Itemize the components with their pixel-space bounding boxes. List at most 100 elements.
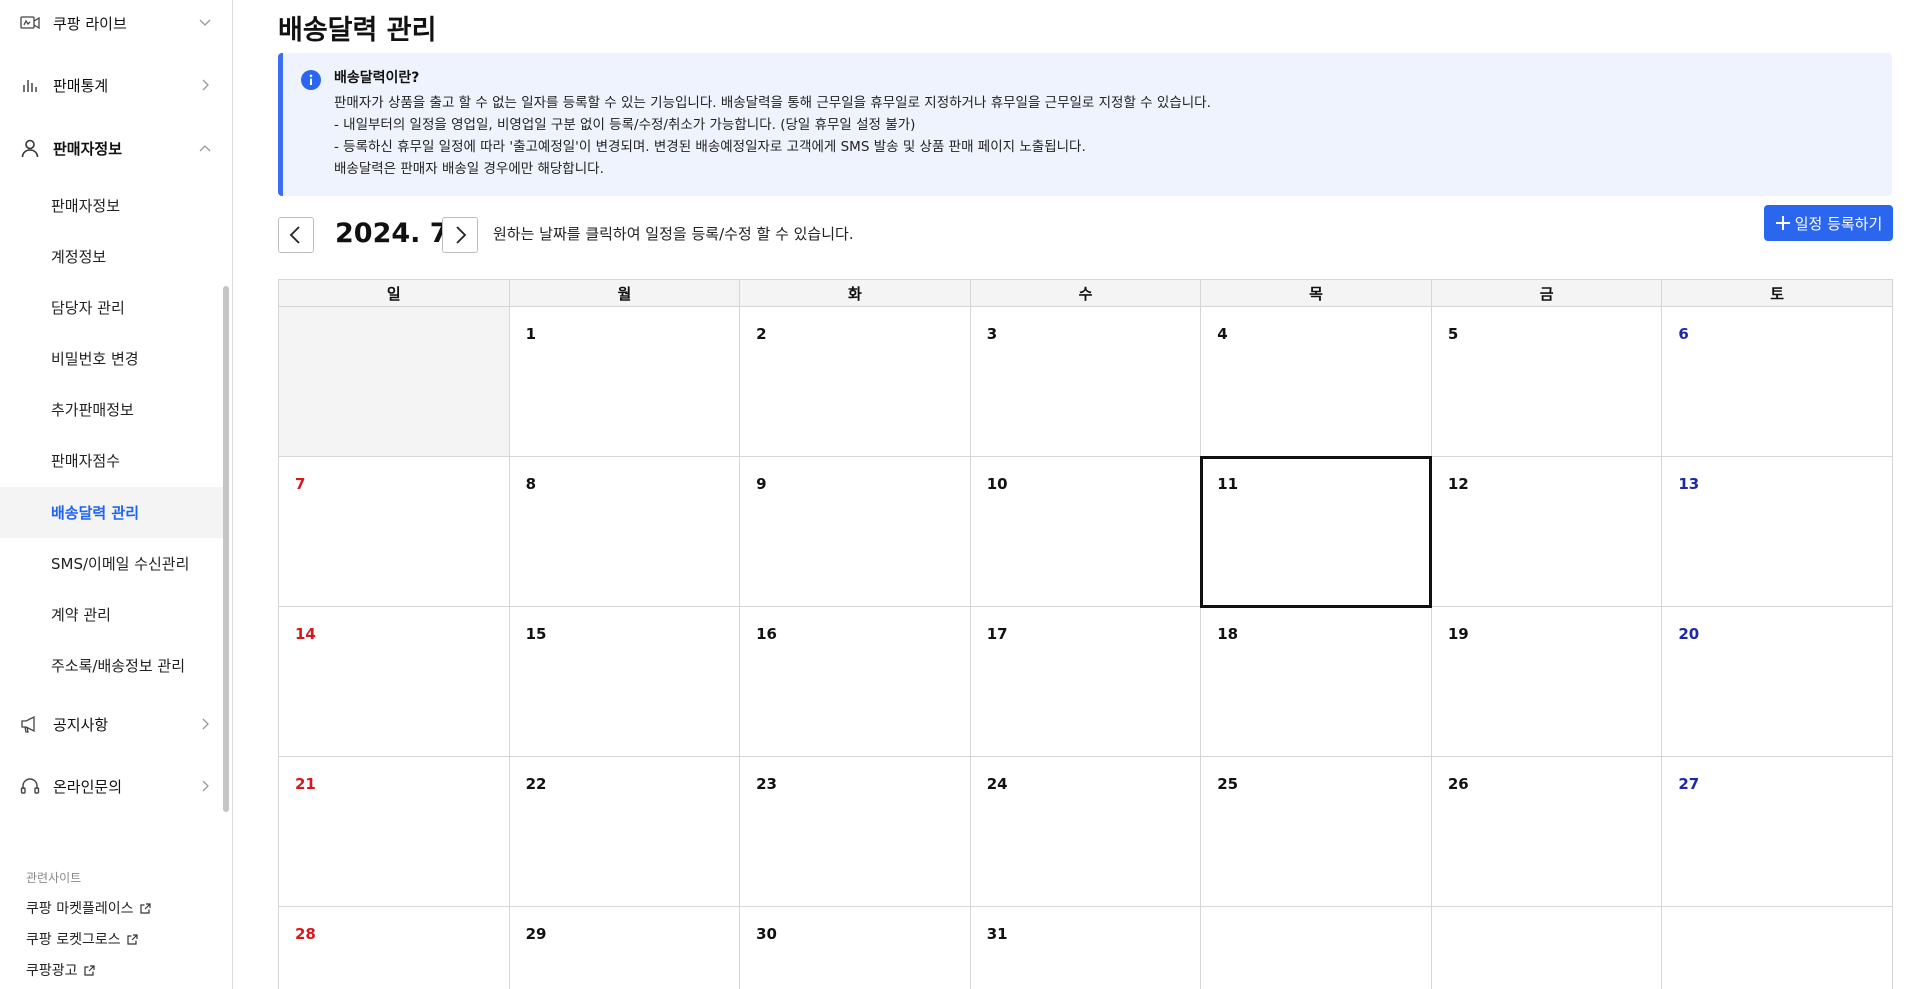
chevron-left-icon [289,226,300,244]
related-sites-title: 관련사이트 [26,871,82,885]
calendar-hint: 원하는 날짜를 클릭하여 일정을 등록/수정 할 수 있습니다. [493,225,854,243]
live-video-icon [20,13,40,33]
add-schedule-label: 일정 등록하기 [1794,214,1883,233]
calendar-day-cell[interactable]: 18 [1200,606,1432,757]
calendar-day-cell[interactable]: 25 [1200,756,1432,907]
calendar-day-cell[interactable]: 16 [739,606,971,757]
related-link-rocket-growth[interactable]: 쿠팡 로켓그로스 [26,929,139,949]
weekday-fri: 금 [1430,279,1663,307]
calendar-day-cell[interactable]: 8 [508,456,741,607]
external-link-icon [139,902,151,914]
prev-month-button[interactable] [278,217,314,253]
info-line: 판매자가 상품을 출고 할 수 없는 일자를 등록할 수 있는 기능입니다. 배… [334,95,1211,111]
next-month-button[interactable] [442,217,478,253]
calendar-day-cell[interactable]: 13 [1661,456,1893,607]
nav-group-sales-stats[interactable]: 판매통계 [0,65,232,105]
related-link-label: 쿠팡광고 [26,963,78,979]
related-link-marketplace[interactable]: 쿠팡 마켓플레이스 [26,898,152,918]
info-title: 배송달력이란? [334,70,420,86]
calendar-day-cell[interactable]: 23 [739,756,971,907]
headset-icon [20,776,40,796]
calendar-day-cell[interactable]: 20 [1661,606,1893,757]
calendar-day-cell[interactable]: 4 [1200,306,1432,457]
sidebar-item-delivery-calendar[interactable]: 배송달력 관리 [0,487,225,538]
calendar-empty-cell [278,306,510,457]
sidebar-item-account-info[interactable]: 계정정보 [0,231,225,282]
sidebar-item-label: 판매자점수 [51,452,121,470]
nav-group-label: 판매자정보 [53,139,123,158]
weekday-header-row: 일 월 화 수 목 금 토 [278,279,1893,307]
sidebar-item-sms-email[interactable]: SMS/이메일 수신관리 [0,538,225,589]
calendar-empty-cell [1430,906,1663,989]
page-title: 배송달력 관리 [278,15,437,46]
add-schedule-button[interactable]: 일정 등록하기 [1764,205,1893,241]
nav-group-coupang-live[interactable]: 쿠팡 라이브 [0,3,232,43]
calendar-day-cell[interactable]: 30 [739,906,971,989]
info-line: - 내일부터의 일정을 영업일, 비영업일 구분 없이 등록/수정/취소가 가능… [334,117,916,133]
calendar-day-cell[interactable]: 26 [1430,756,1663,907]
calendar-day-cell[interactable]: 12 [1430,456,1663,607]
calendar-day-cell[interactable]: 24 [969,756,1202,907]
calendar-day-cell[interactable]: 6 [1661,306,1893,457]
calendar-day-cell[interactable]: 27 [1661,756,1893,907]
sidebar-item-seller-score[interactable]: 판매자점수 [0,435,225,486]
current-month: 2024. 7 [335,218,449,249]
delivery-calendar: 일 월 화 수 목 금 토 1 2 3 4 5 6 7 8 9 10 11 12… [278,279,1893,989]
megaphone-icon [20,714,40,734]
nav-group-seller-info[interactable]: 판매자정보 [0,128,232,168]
calendar-day-cell[interactable]: 3 [969,306,1202,457]
calendar-day-cell[interactable]: 14 [278,606,510,757]
nav-group-notice[interactable]: 공지사항 [0,704,232,744]
sidebar-item-label: 판매자정보 [51,197,121,215]
calendar-day-cell[interactable]: 17 [969,606,1202,757]
nav-group-label: 판매통계 [53,76,109,95]
info-box: 배송달력이란? 판매자가 상품을 출고 할 수 없는 일자를 등록할 수 있는 … [278,53,1892,196]
sidebar-item-extra-sales[interactable]: 추가판매정보 [0,384,225,435]
calendar-week-row: 1 2 3 4 5 6 [278,306,1893,457]
sidebar-item-label: 비밀번호 변경 [51,350,139,368]
info-icon [301,70,321,90]
calendar-day-cell[interactable]: 7 [278,456,510,607]
calendar-day-cell[interactable]: 9 [739,456,971,607]
sidebar-item-address-book[interactable]: 주소록/배송정보 관리 [0,640,225,691]
sidebar: 쿠팡 라이브 판매통계 판매자정보 판매자정보 계정정보 담당자 관리 비밀번호… [0,0,233,989]
sidebar-item-seller-info[interactable]: 판매자정보 [0,180,225,231]
sidebar-scrollbar[interactable] [223,286,229,812]
sidebar-item-contract[interactable]: 계약 관리 [0,589,225,640]
chevron-right-icon [202,718,209,730]
nav-group-online-inquiry[interactable]: 온라인문의 [0,766,232,806]
calendar-day-cell[interactable]: 29 [508,906,741,989]
calendar-day-cell[interactable]: 15 [508,606,741,757]
calendar-day-cell[interactable]: 28 [278,906,510,989]
calendar-day-cell[interactable]: 31 [969,906,1202,989]
calendar-day-cell[interactable]: 10 [969,456,1202,607]
sidebar-item-label: 배송달력 관리 [51,504,140,522]
calendar-empty-cell [1661,906,1893,989]
calendar-day-cell[interactable]: 2 [739,306,971,457]
chevron-up-icon [199,145,211,152]
external-link-icon [83,964,95,976]
plus-icon [1775,216,1790,230]
bar-chart-icon [20,75,40,95]
sidebar-item-label: 추가판매정보 [51,401,134,419]
calendar-day-cell[interactable]: 22 [508,756,741,907]
related-link-label: 쿠팡 마켓플레이스 [26,901,134,917]
sidebar-item-label: 계약 관리 [51,606,111,624]
sidebar-item-label: 주소록/배송정보 관리 [51,657,186,675]
calendar-week-row: 14 15 16 17 18 19 20 [278,606,1893,757]
chevron-down-icon [199,19,211,26]
calendar-day-cell[interactable]: 21 [278,756,510,907]
user-icon [20,138,40,158]
calendar-day-cell[interactable]: 1 [508,306,741,457]
weekday-thu: 목 [1200,279,1432,307]
calendar-day-cell[interactable]: 5 [1430,306,1663,457]
related-link-ads[interactable]: 쿠팡광고 [26,960,96,980]
sidebar-item-manager[interactable]: 담당자 관리 [0,282,225,333]
calendar-day-cell[interactable]: 19 [1430,606,1663,757]
nav-group-label: 온라인문의 [53,777,123,796]
calendar-day-cell-selected[interactable]: 11 [1199,455,1433,608]
sidebar-item-password[interactable]: 비밀번호 변경 [0,333,225,384]
weekday-tue: 화 [739,279,971,307]
sidebar-item-label: SMS/이메일 수신관리 [51,555,190,573]
chevron-right-icon [456,226,467,244]
